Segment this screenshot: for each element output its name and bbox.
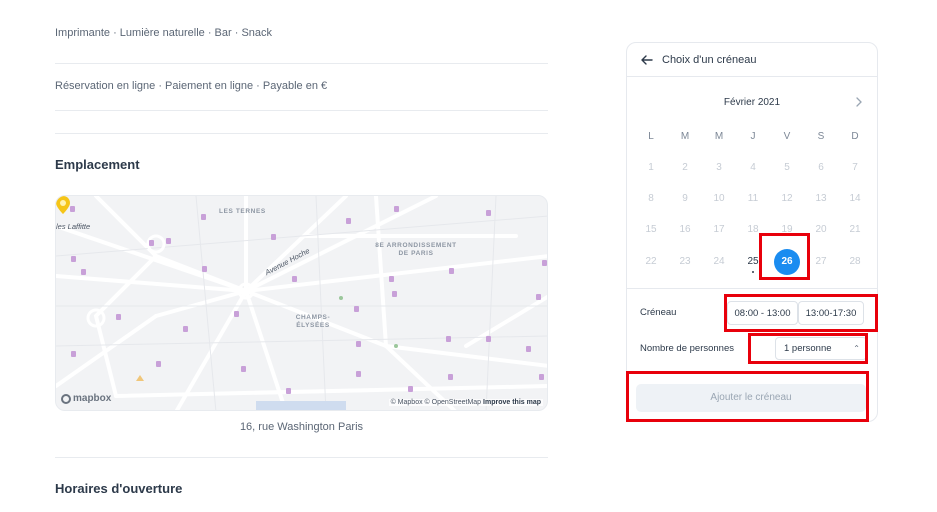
weekday-header: J — [750, 131, 756, 142]
calendar-day-disabled: 9 — [682, 193, 688, 204]
calendar-day-disabled: 23 — [679, 256, 691, 267]
calendar-day-disabled: 17 — [713, 224, 725, 235]
people-label: Nombre de personnes — [640, 343, 734, 354]
calendar-day-disabled: 14 — [849, 193, 861, 204]
mapbox-logo: mapbox — [61, 393, 111, 404]
map-label-champs-elysees: CHAMPS-ÉLYSÉES — [295, 314, 331, 329]
annotation-box — [724, 294, 878, 332]
annotation-box — [748, 333, 868, 364]
calendar-day-disabled: 24 — [713, 256, 725, 267]
map-label-les-ternes: LES TERNES — [219, 208, 266, 215]
weekday-header: M — [680, 131, 690, 142]
calendar-day-disabled: 2 — [682, 162, 688, 173]
calendar-day-disabled: 21 — [849, 224, 861, 235]
divider — [55, 63, 548, 64]
mapbox-ring-icon — [61, 393, 71, 404]
calendar-day-disabled: 5 — [784, 162, 790, 173]
location-title: Emplacement — [55, 157, 140, 172]
hours-title: Horaires d'ouverture — [55, 481, 183, 496]
calendar-day-disabled: 15 — [645, 224, 657, 235]
weekday-header: D — [851, 131, 859, 142]
calendar-day-disabled: 22 — [645, 256, 657, 267]
slot-picker-panel: Choix d'un créneau Février 2021 L M M J V S D 1… — [626, 42, 878, 422]
amenities-list: Imprimante · Lumière naturelle · Bar · S… — [55, 27, 273, 39]
calendar-day-disabled: 7 — [852, 162, 858, 173]
divider — [55, 457, 548, 458]
booking-features: Réservation en ligne · Paiement en ligne… — [55, 80, 328, 92]
weekday-header: S — [817, 131, 825, 142]
divider — [55, 133, 548, 134]
chevron-right-icon[interactable] — [853, 96, 865, 108]
calendar-day-disabled: 28 — [849, 256, 861, 267]
address: 16, rue Washington Paris — [239, 421, 364, 433]
divider — [55, 110, 548, 111]
calendar-month: Février 2021 — [723, 97, 781, 108]
cut-off-heading — [55, 6, 475, 20]
calendar-day-disabled: 11 — [747, 193, 759, 204]
calendar-day-disabled: 10 — [713, 193, 725, 204]
annotation-box — [759, 233, 810, 280]
calendar-day-disabled: 6 — [818, 162, 824, 173]
calendar-day-disabled: 27 — [815, 256, 827, 267]
attribution-osm[interactable]: © OpenStreetMap — [425, 399, 482, 406]
weekday-header: L — [648, 131, 654, 142]
map-attribution: © Mapbox © OpenStreetMap Improve this ma… — [388, 399, 543, 406]
calendar-day-disabled: 1 — [648, 162, 654, 173]
arrow-left-icon[interactable] — [640, 53, 654, 67]
slot-label: Créneau — [640, 307, 677, 318]
calendar-day-disabled: 4 — [750, 162, 756, 173]
calendar-day-disabled: 12 — [781, 193, 793, 204]
calendar-day-disabled: 16 — [679, 224, 691, 235]
annotation-box — [626, 371, 869, 422]
calendar-day-disabled: 20 — [815, 224, 827, 235]
attribution-mapbox[interactable]: © Mapbox — [391, 399, 423, 406]
calendar-day-disabled: 3 — [716, 162, 722, 173]
map-label-laffitte: les Laffitte — [56, 222, 91, 231]
map-label-arrondissement: 8E ARRONDISSEMENT DE PARIS — [375, 242, 457, 257]
panel-header: Choix d'un créneau — [627, 43, 877, 77]
map-streets — [56, 196, 547, 410]
calendar-day-disabled: 13 — [815, 193, 827, 204]
improve-map-link[interactable]: Improve this map — [483, 399, 541, 406]
calendar-day-disabled: 8 — [648, 193, 654, 204]
weekday-header: V — [783, 131, 791, 142]
location-map[interactable]: LES TERNES les Laffitte Avenue Hoche 8E … — [55, 195, 548, 411]
panel-title: Choix d'un créneau — [662, 54, 757, 66]
location-pin-icon — [56, 196, 70, 214]
divider — [627, 288, 877, 289]
weekday-header: M — [714, 131, 724, 142]
